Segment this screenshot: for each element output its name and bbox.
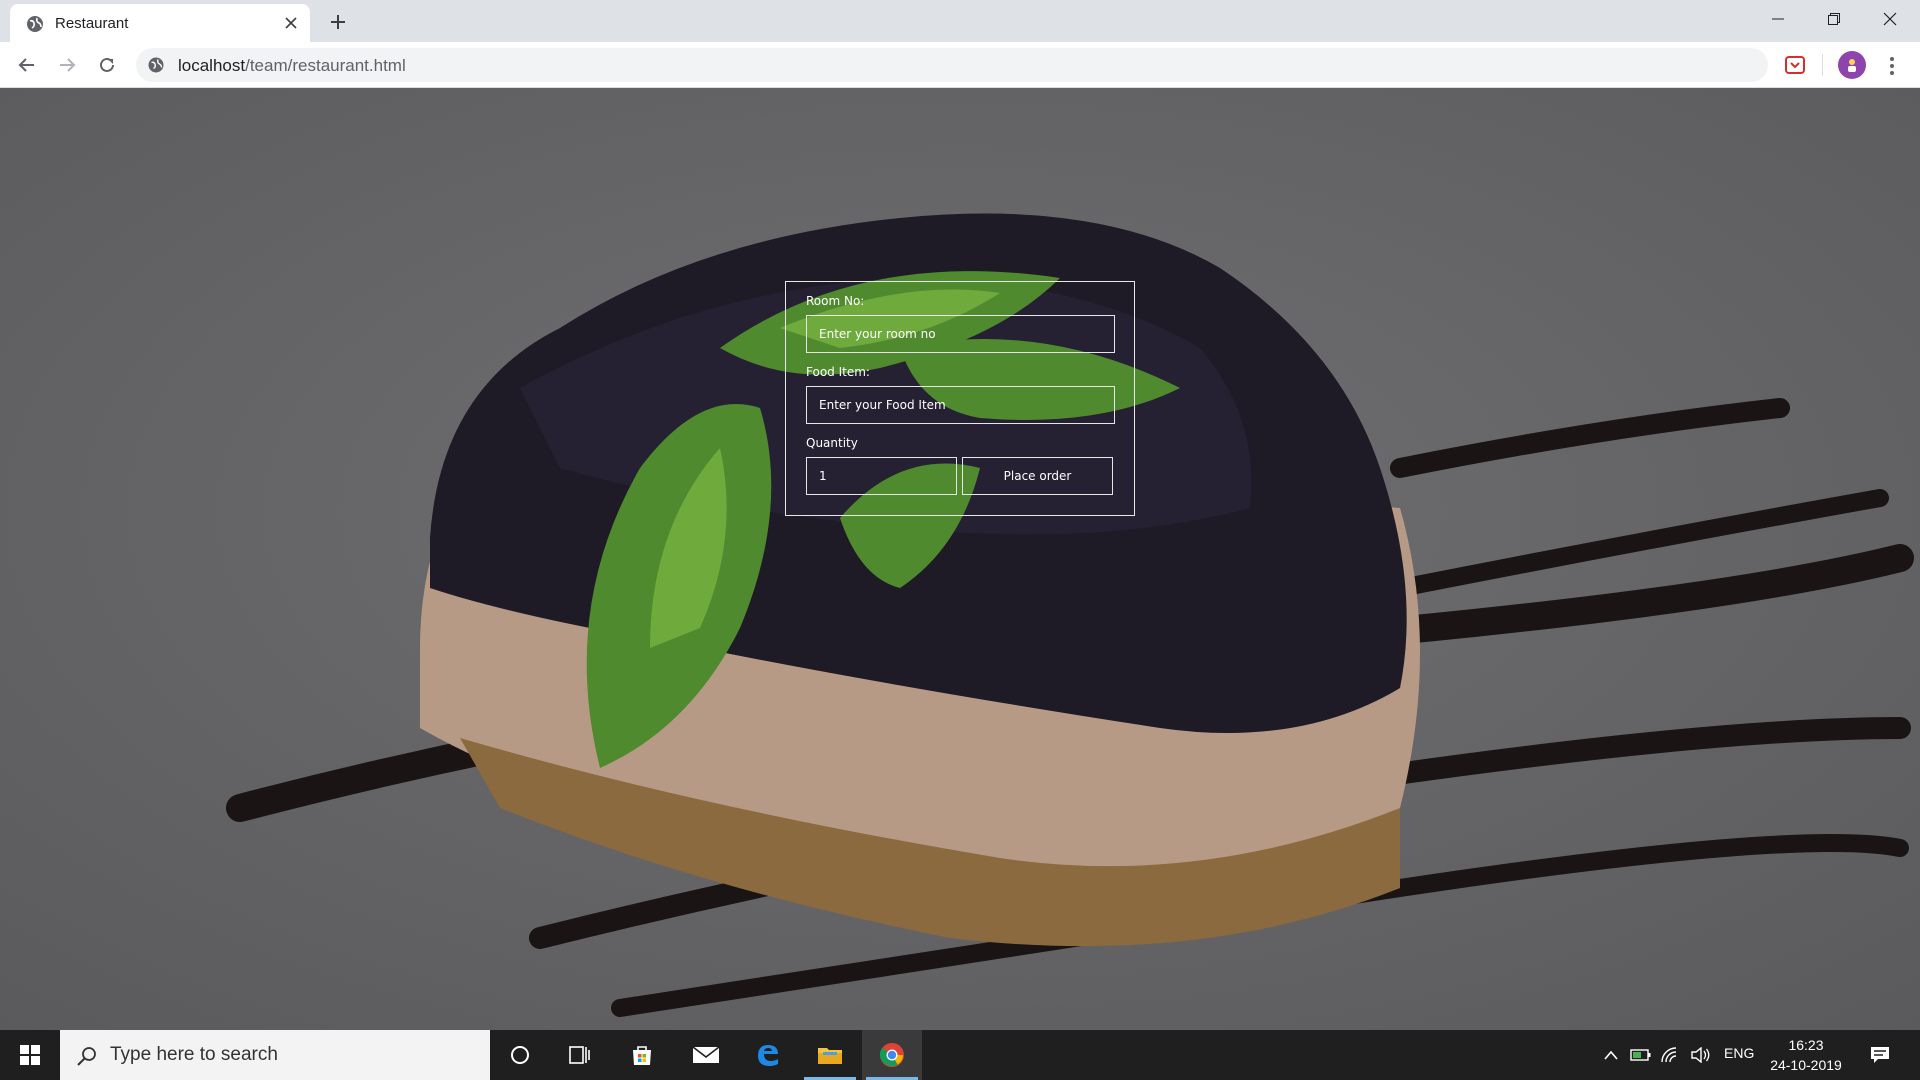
place-order-button[interactable]: Place order: [962, 457, 1113, 495]
taskbar: Type here to search ENG 16:23 24-10-2019: [0, 1030, 1920, 1080]
food-label: Food Item:: [806, 365, 870, 379]
profile-icon[interactable]: [1838, 51, 1866, 79]
window-close-icon[interactable]: [1862, 0, 1918, 38]
room-input[interactable]: [806, 315, 1115, 353]
address-bar[interactable]: localhost/team/restaurant.html: [136, 48, 1768, 82]
clock-time: 16:23: [1788, 1037, 1824, 1053]
taskbar-search[interactable]: Type here to search: [60, 1030, 490, 1080]
menu-icon[interactable]: [1880, 52, 1904, 80]
url-text[interactable]: localhost/team/restaurant.html: [178, 56, 406, 76]
browser-titlebar: Restaurant: [0, 0, 1920, 42]
toolbar-divider: [1822, 54, 1823, 76]
page-viewport: Room No: Food Item: Quantity Place order: [0, 88, 1920, 1030]
task-view-icon[interactable]: [550, 1030, 610, 1080]
chrome-icon[interactable]: [862, 1030, 922, 1080]
notification-icon[interactable]: [1860, 1042, 1900, 1068]
food-input[interactable]: [806, 386, 1115, 424]
tab-title: Restaurant: [55, 15, 129, 32]
url-path: /team/restaurant.html: [245, 56, 406, 75]
volume-icon[interactable]: [1690, 1044, 1712, 1066]
pocket-icon[interactable]: [1784, 54, 1806, 76]
order-form: Room No: Food Item: Quantity Place order: [785, 281, 1135, 516]
globe-icon: [26, 15, 44, 33]
cortana-icon[interactable]: [490, 1030, 550, 1080]
store-icon[interactable]: [612, 1030, 672, 1080]
clock[interactable]: 16:23 24-10-2019: [1768, 1035, 1844, 1075]
tab-restaurant[interactable]: Restaurant: [10, 4, 310, 42]
file-explorer-icon[interactable]: [800, 1030, 860, 1080]
dessert-background-image: [0, 88, 1920, 1030]
battery-icon[interactable]: [1630, 1044, 1652, 1066]
maximize-icon[interactable]: [1806, 0, 1862, 38]
language-indicator[interactable]: ENG: [1724, 1045, 1754, 1061]
mail-icon[interactable]: [676, 1030, 736, 1080]
windows-icon[interactable]: [0, 1030, 60, 1080]
forward-icon[interactable]: [52, 50, 82, 80]
minimize-icon[interactable]: [1750, 0, 1806, 38]
edge-icon[interactable]: [738, 1030, 798, 1080]
search-icon: [76, 1045, 98, 1067]
plus-icon[interactable]: [324, 8, 352, 36]
room-label: Room No:: [806, 294, 865, 308]
chevron-up-icon[interactable]: [1600, 1044, 1622, 1066]
globe-icon[interactable]: [148, 57, 164, 73]
search-placeholder: Type here to search: [110, 1044, 278, 1065]
clock-date: 24-10-2019: [1770, 1057, 1842, 1073]
browser-toolbar: localhost/team/restaurant.html: [0, 42, 1920, 88]
close-icon[interactable]: [280, 12, 302, 34]
back-icon[interactable]: [12, 50, 42, 80]
wifi-icon[interactable]: [1660, 1044, 1682, 1066]
quantity-label: Quantity: [806, 436, 858, 450]
reload-icon[interactable]: [92, 50, 122, 80]
quantity-input[interactable]: [806, 457, 957, 495]
url-host: localhost: [178, 56, 246, 75]
